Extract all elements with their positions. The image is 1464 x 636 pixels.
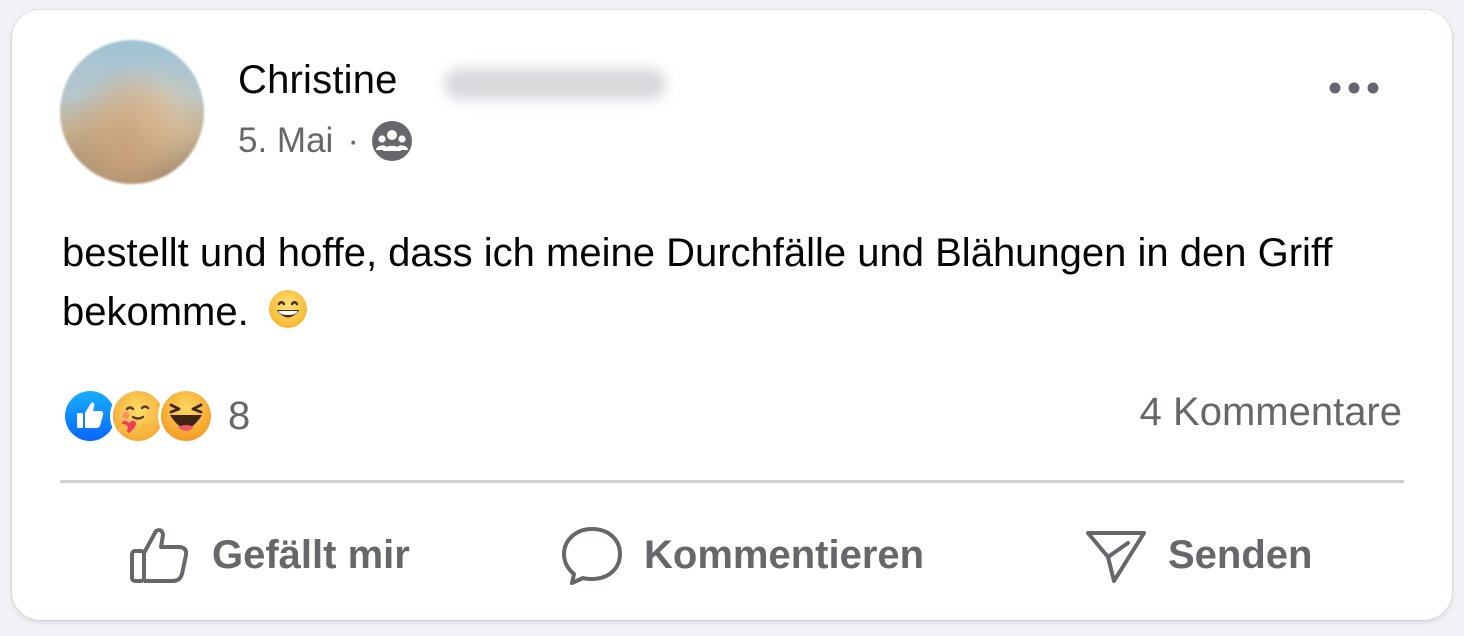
divider [60,480,1404,483]
author-name[interactable]: Christine [238,58,398,103]
group-icon[interactable] [371,120,413,162]
comment-label: Kommentieren [644,532,925,577]
grinning-face-icon [268,287,308,328]
meta-separator: · [347,121,359,160]
send-icon [1086,531,1146,583]
post-card: Christine 5. Mai · bestellt und hoffe, d… [12,10,1452,620]
send-label: Senden [1168,532,1313,577]
haha-icon [158,388,214,444]
reaction-summary[interactable]: 8 [62,388,250,444]
post-body: bestellt und hoffe, dass ich meine Durch… [62,224,1402,342]
thumbs-up-icon [130,528,189,583]
like-label: Gefällt mir [212,532,410,577]
post-date[interactable]: 5. Mai [238,121,333,161]
like-button[interactable]: Gefällt mir [128,518,410,592]
post-meta: 5. Mai · [238,120,413,162]
send-button[interactable]: Senden [1084,518,1312,592]
author-surname-redacted [444,68,666,100]
speech-bubble-icon [562,527,622,585]
reaction-count[interactable]: 8 [228,394,250,439]
more-options-button[interactable] [1328,76,1380,100]
post-body-text: bestellt und hoffe, dass ich meine Durch… [62,231,1333,334]
comment-button[interactable]: Kommentieren [560,518,924,592]
comments-count-link[interactable]: 4 Kommentare [1140,390,1402,435]
avatar[interactable] [60,40,204,184]
ellipsis-icon [1329,82,1379,94]
